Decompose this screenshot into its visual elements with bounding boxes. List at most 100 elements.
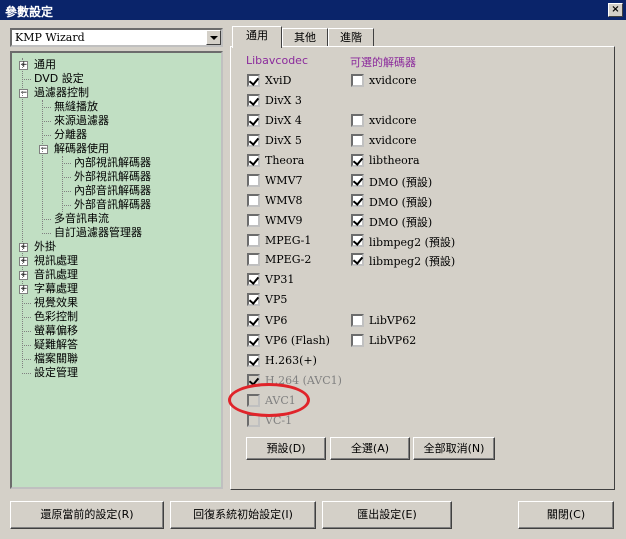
- tab-general[interactable]: 通用: [232, 26, 282, 48]
- tree-item[interactable]: 外部音訊解碼器: [74, 198, 151, 212]
- decoder-checkbox-row[interactable]: LibVP62: [351, 313, 491, 329]
- tab-label: 其他: [294, 31, 316, 44]
- decoder-checkbox-row[interactable]: libtheora: [351, 153, 491, 169]
- tree-item[interactable]: 多音訊串流: [54, 212, 109, 226]
- checkbox-checked-icon[interactable]: [351, 154, 364, 167]
- decoder-checkbox-row[interactable]: DivX 3: [247, 93, 387, 109]
- checkbox-checked-icon[interactable]: [247, 273, 260, 286]
- tree-item[interactable]: 疑難解答: [34, 338, 78, 352]
- checkbox-unchecked-icon[interactable]: [351, 114, 364, 127]
- tab-other[interactable]: 其他: [282, 28, 328, 47]
- tree-expander-icon[interactable]: +: [19, 61, 28, 70]
- checkbox-unchecked-icon[interactable]: [351, 74, 364, 87]
- tree-item[interactable]: 視覺效果: [34, 296, 78, 310]
- restore-current-button[interactable]: 還原當前的設定(R): [10, 501, 164, 529]
- libavcodec-heading: Libavcodec: [246, 54, 308, 67]
- decoder-checkbox-row[interactable]: DMO (預設): [351, 213, 491, 229]
- tab-advanced[interactable]: 進階: [328, 28, 374, 47]
- decoder-label: libmpeg2 (預設): [369, 255, 456, 268]
- decoder-label: MPEG-2: [265, 253, 312, 266]
- checkbox-checked-icon[interactable]: [351, 214, 364, 227]
- select-all-button[interactable]: 全選(A): [330, 437, 410, 460]
- checkbox-checked-icon[interactable]: [351, 174, 364, 187]
- tree-item[interactable]: 解碼器使用: [54, 142, 109, 156]
- checkbox-checked-icon[interactable]: [247, 354, 260, 367]
- checkbox-unchecked-icon[interactable]: [351, 334, 364, 347]
- tree-expander-icon[interactable]: +: [19, 243, 28, 252]
- checkbox-checked-icon[interactable]: [351, 234, 364, 247]
- decoder-checkbox-row[interactable]: VP31: [247, 272, 387, 288]
- decoder-checkbox-row[interactable]: xvidcore: [351, 113, 491, 129]
- checkbox-unchecked-icon[interactable]: [247, 194, 260, 207]
- tree-item[interactable]: 檔案關聯: [34, 352, 78, 366]
- tree-item[interactable]: 無縫播放: [54, 100, 98, 114]
- tree-connector: [22, 58, 23, 368]
- tree-item[interactable]: 外掛: [34, 240, 56, 254]
- tree-connector: [22, 79, 31, 80]
- chevron-down-icon[interactable]: [206, 30, 221, 45]
- checkbox-checked-icon[interactable]: [351, 194, 364, 207]
- decoder-checkbox-row[interactable]: H.263(+): [247, 353, 387, 369]
- tree-item[interactable]: 分離器: [54, 128, 87, 142]
- export-settings-button[interactable]: 匯出設定(E): [322, 501, 452, 529]
- close-dialog-button[interactable]: 關閉(C): [518, 501, 614, 529]
- decoder-label: libmpeg2 (預設): [369, 236, 456, 249]
- close-button[interactable]: ×: [608, 3, 623, 17]
- decoder-checkbox-row[interactable]: xvidcore: [351, 73, 491, 89]
- tree-item[interactable]: 通用: [34, 58, 56, 72]
- tree-item[interactable]: 音訊處理: [34, 268, 78, 282]
- select-none-button[interactable]: 全部取消(N): [413, 437, 495, 460]
- tree-expander-icon[interactable]: +: [19, 257, 28, 266]
- decoder-checkbox-row[interactable]: xvidcore: [351, 133, 491, 149]
- reset-defaults-button[interactable]: 回復系統初始設定(I): [170, 501, 316, 529]
- checkbox-unchecked-icon[interactable]: [247, 214, 260, 227]
- checkbox-unchecked-icon[interactable]: [247, 234, 260, 247]
- checkbox-checked-icon[interactable]: [247, 114, 260, 127]
- tree-item[interactable]: 設定管理: [34, 366, 78, 380]
- checkbox-checked-icon[interactable]: [247, 74, 260, 87]
- checkbox-unchecked-icon[interactable]: [351, 134, 364, 147]
- tree-connector: [62, 177, 71, 178]
- checkbox-unchecked-icon[interactable]: [247, 253, 260, 266]
- decoder-label: WMV7: [265, 174, 303, 187]
- checkbox-unchecked-icon[interactable]: [247, 174, 260, 187]
- tree-item[interactable]: DVD 設定: [34, 72, 84, 86]
- checkbox-unchecked-icon[interactable]: [351, 314, 364, 327]
- checkbox-checked-icon[interactable]: [247, 154, 260, 167]
- decoder-checkbox-row[interactable]: DMO (預設): [351, 173, 491, 189]
- tree-item[interactable]: 內部音訊解碼器: [74, 184, 151, 198]
- tree-item[interactable]: 色彩控制: [34, 310, 78, 324]
- tree-expander-icon[interactable]: +: [19, 285, 28, 294]
- tree-item[interactable]: 來源過濾器: [54, 114, 109, 128]
- tree-item[interactable]: 外部視訊解碼器: [74, 170, 151, 184]
- checkbox-checked-icon[interactable]: [247, 134, 260, 147]
- decoder-checkbox-row[interactable]: LibVP62: [351, 333, 491, 349]
- tree-item[interactable]: 字幕處理: [34, 282, 78, 296]
- decoder-label: DMO (預設): [369, 176, 433, 189]
- checkbox-checked-icon[interactable]: [247, 334, 260, 347]
- settings-tree[interactable]: + 通用 DVD 設定 − 過濾器控制 無縫播放 來源過濾器 分離器 − 解碼器使用 內部視訊解碼器…: [10, 51, 223, 489]
- tree-connector: [62, 163, 71, 164]
- tab-label: 進階: [340, 31, 362, 44]
- tree-expander-icon[interactable]: +: [19, 271, 28, 280]
- tree-connector: [22, 359, 31, 360]
- preset-dropdown[interactable]: KMP Wizard: [10, 28, 223, 47]
- tree-item[interactable]: 視訊處理: [34, 254, 78, 268]
- decoder-checkbox-row[interactable]: libmpeg2 (預設): [351, 252, 491, 268]
- checkbox-checked-icon[interactable]: [247, 293, 260, 306]
- checkbox-checked-icon[interactable]: [351, 253, 364, 266]
- checkbox-checked-icon[interactable]: [247, 314, 260, 327]
- decoder-checkbox-row[interactable]: VP5: [247, 292, 387, 308]
- tree-expander-icon[interactable]: −: [19, 89, 28, 98]
- tree-item[interactable]: 自訂過濾器管理器: [54, 226, 142, 240]
- decoder-label: DivX 5: [265, 134, 302, 147]
- decoder-checkbox-row[interactable]: DMO (預設): [351, 193, 491, 209]
- checkbox-checked-icon[interactable]: [247, 94, 260, 107]
- tree-item[interactable]: 內部視訊解碼器: [74, 156, 151, 170]
- tree-item[interactable]: 螢幕偏移: [34, 324, 78, 338]
- tree-expander-icon[interactable]: −: [39, 145, 48, 154]
- decoder-checkbox-row[interactable]: libmpeg2 (預設): [351, 233, 491, 249]
- default-button[interactable]: 預設(D): [246, 437, 326, 460]
- decoder-label: WMV8: [265, 194, 303, 207]
- tree-item[interactable]: 過濾器控制: [34, 86, 89, 100]
